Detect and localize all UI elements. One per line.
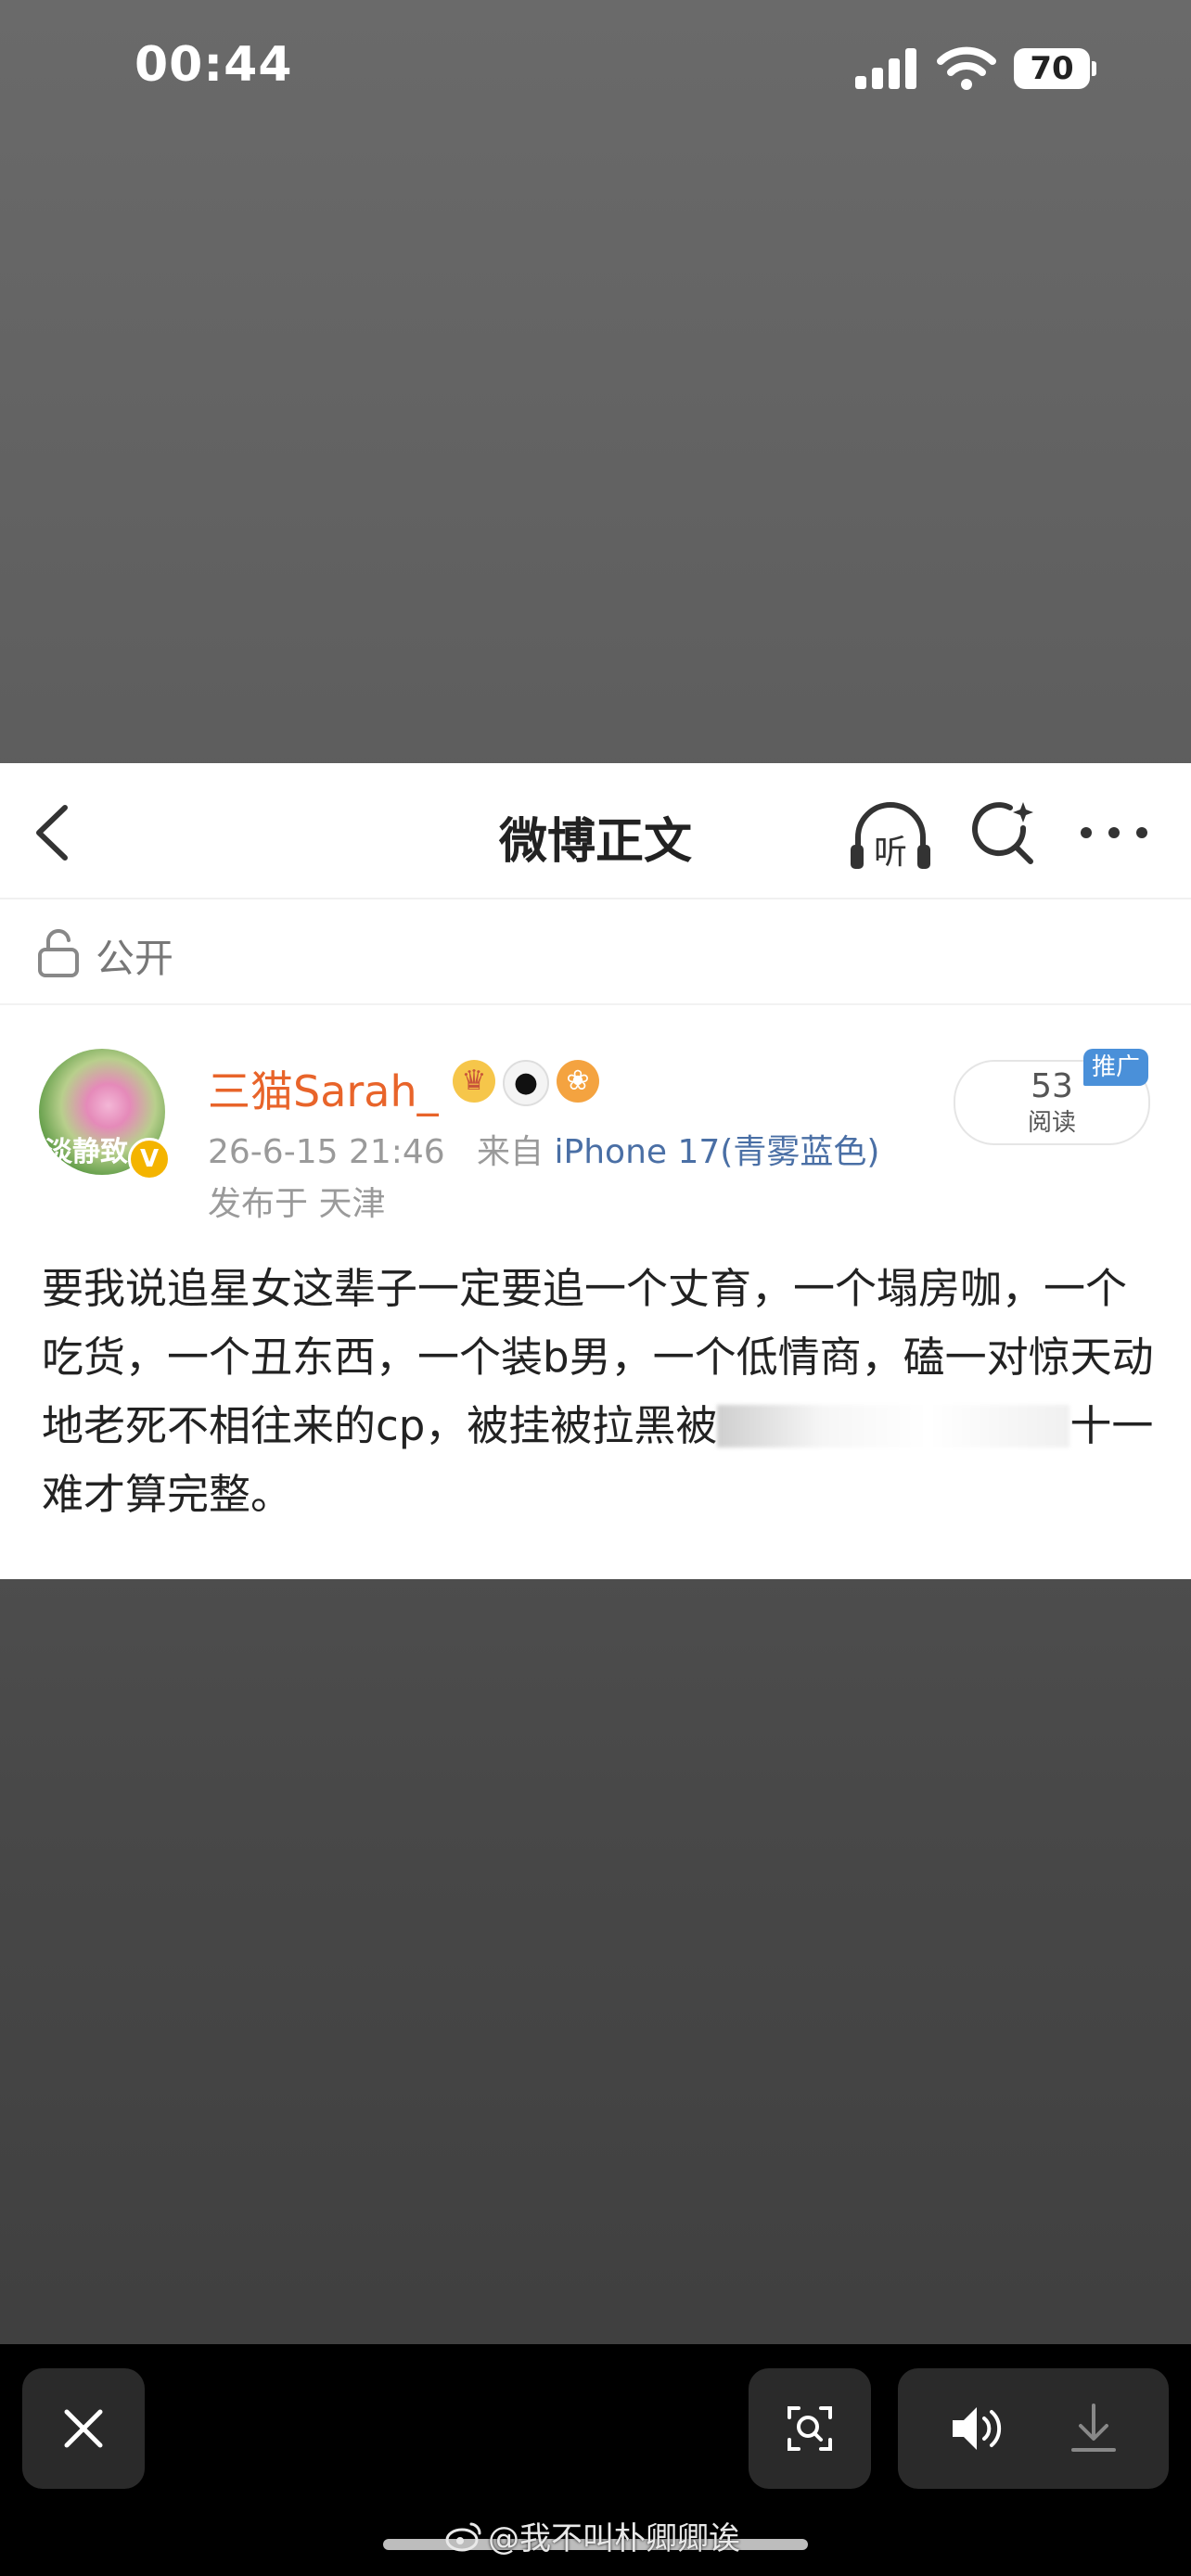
post-date: 26-6-15 21:46 xyxy=(208,1133,445,1171)
cellular-signal-icon xyxy=(855,48,916,89)
visual-lookup-button[interactable] xyxy=(749,2368,871,2489)
verified-v-icon: V xyxy=(128,1138,171,1180)
battery-tip xyxy=(1092,61,1096,76)
close-icon xyxy=(64,2409,103,2448)
post-body: 要我说追星女这辈子一定要追一个丈育，一个塌房咖，一个吃货，一个丑东西，一个装b男… xyxy=(42,1255,1155,1529)
post-meta: 26-6-15 21:46 来自 iPhone 17(青雾蓝色) xyxy=(208,1125,879,1173)
media-controls xyxy=(898,2368,1169,2489)
visual-search-icon xyxy=(788,2406,832,2451)
post-body-hidden-char: 被 xyxy=(675,1401,718,1450)
reads-label: 阅读 xyxy=(1027,1109,1076,1137)
speaker-volume-icon[interactable] xyxy=(949,2404,1005,2454)
download-icon[interactable] xyxy=(1069,2402,1118,2454)
blurred-text-mask xyxy=(717,1405,1070,1447)
navigation-bar: 微博正文 听 xyxy=(0,763,1191,899)
fish-badge-icon[interactable]: ❀ xyxy=(557,1060,599,1103)
watermark: @我不叫朴卿卿诶 xyxy=(445,2513,740,2558)
ai-search-icon[interactable] xyxy=(969,800,1036,867)
more-options-icon[interactable] xyxy=(1079,819,1149,847)
visibility-label: 公开 xyxy=(96,936,174,981)
status-time: 00:44 xyxy=(134,37,293,93)
wifi-icon xyxy=(937,46,996,90)
panda-badge-icon[interactable]: ● xyxy=(503,1060,549,1106)
image-viewer-toolbar: @我不叫朴卿卿诶 xyxy=(0,2344,1191,2576)
listen-headphones-icon[interactable]: 听 xyxy=(849,800,932,874)
listen-glyph: 听 xyxy=(874,834,907,872)
avatar-overlay-text: 淡静致 xyxy=(45,1136,128,1168)
promote-tag[interactable]: 推广 xyxy=(1083,1049,1148,1086)
visibility-row: 公开 xyxy=(0,899,1191,1005)
author-name[interactable]: 三猫Sarah_ xyxy=(208,1058,439,1119)
source-prefix: 来自 xyxy=(477,1133,544,1171)
close-button[interactable] xyxy=(22,2368,145,2489)
post-device[interactable]: iPhone 17(青雾蓝色) xyxy=(555,1133,880,1171)
watermark-text: @我不叫朴卿卿诶 xyxy=(488,2520,740,2557)
post-location: 发布于 天津 xyxy=(208,1185,386,1223)
author-badges: ♛ ● ❀ xyxy=(453,1060,599,1106)
status-bar: 00:44 70 xyxy=(0,0,1191,139)
unlocked-lock-icon xyxy=(38,929,79,977)
battery-indicator: 70 xyxy=(1014,48,1096,89)
battery-level: 70 xyxy=(1014,48,1090,89)
weibo-logo-icon xyxy=(445,2522,481,2551)
weibo-post-card: 微博正文 听 公开 淡静致 V 三猫Sarah_ ♛ ● ❀ 26-6-15 2… xyxy=(0,763,1191,1579)
crown-badge-icon[interactable]: ♛ xyxy=(453,1060,495,1103)
